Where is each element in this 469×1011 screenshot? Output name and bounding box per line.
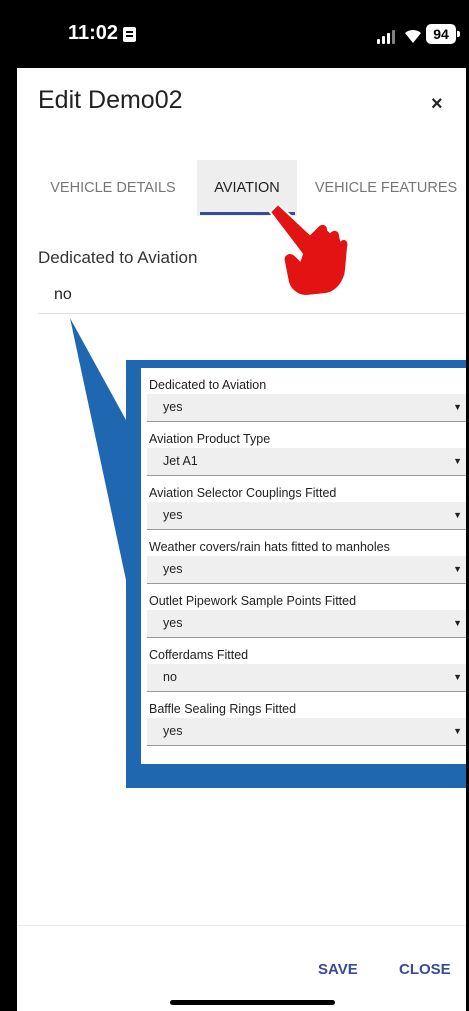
select-value: yes [163, 562, 183, 576]
inset-select-cofferdams[interactable]: no ▼ [147, 664, 466, 692]
aviation-fields-inset: Dedicated to Aviation yes ▼ Aviation Pro… [141, 368, 466, 764]
inset-select-dedicated-aviation[interactable]: yes ▼ [147, 394, 466, 422]
inset-select-weather-covers[interactable]: yes ▼ [147, 556, 466, 584]
select-value: yes [163, 400, 183, 414]
chevron-down-icon: ▼ [453, 618, 462, 628]
home-indicator [170, 1000, 335, 1005]
footer-divider [17, 925, 466, 926]
inset-select-product-type[interactable]: Jet A1 ▼ [147, 448, 466, 476]
pointing-hand-icon [268, 202, 348, 298]
select-value: no [163, 670, 177, 684]
chevron-down-icon: ▼ [453, 672, 462, 682]
inset-label-baffle-rings: Baffle Sealing Rings Fitted [149, 702, 297, 716]
inset-label-dedicated-aviation: Dedicated to Aviation [149, 378, 267, 392]
inset-label-weather-covers: Weather covers/rain hats fitted to manho… [149, 540, 390, 554]
select-value: yes [163, 508, 183, 522]
chevron-down-icon: ▼ [453, 564, 462, 574]
chevron-down-icon: ▼ [453, 726, 462, 736]
close-button[interactable]: CLOSE [399, 961, 451, 978]
select-value: yes [163, 616, 183, 630]
select-value: Jet A1 [163, 454, 198, 468]
inset-select-sample-points[interactable]: yes ▼ [147, 610, 466, 638]
inset-label-selector-couplings: Aviation Selector Couplings Fitted [149, 486, 337, 500]
inset-label-cofferdams: Cofferdams Fitted [149, 648, 249, 662]
chevron-down-icon: ▼ [453, 402, 462, 412]
chevron-down-icon: ▼ [453, 456, 462, 466]
inset-label-sample-points: Outlet Pipework Sample Points Fitted [149, 594, 357, 608]
inset-label-product-type: Aviation Product Type [149, 432, 271, 446]
select-value: yes [163, 724, 183, 738]
inset-select-baffle-rings[interactable]: yes ▼ [147, 718, 466, 746]
inset-select-selector-couplings[interactable]: yes ▼ [147, 502, 466, 530]
chevron-down-icon: ▼ [453, 510, 462, 520]
phone-screen: 11:02 94 Edit Demo02 × VEHICLE DETAILS A… [0, 0, 469, 1011]
save-button[interactable]: SAVE [318, 961, 358, 978]
